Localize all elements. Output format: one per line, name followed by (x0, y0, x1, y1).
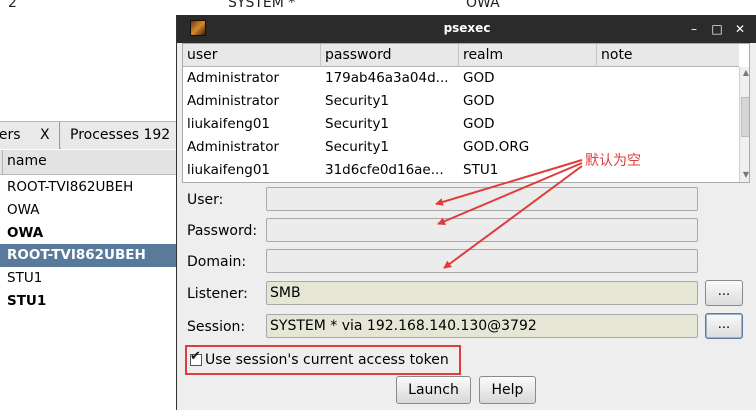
bg-top-cell: 2 (8, 0, 17, 11)
credentials-table: user password realm note Administrator 1… (182, 43, 750, 183)
bg-top-cell: SYSTEM * (228, 0, 296, 11)
psexec-dialog: psexec – □ ✕ user password realm note Ad… (176, 15, 756, 410)
cell-password: 31d6cfe0d16ae... (325, 162, 444, 178)
session-label: Session: (187, 319, 246, 335)
cell-realm: STU1 (463, 162, 499, 178)
cell-password: Security1 (325, 116, 390, 132)
close-icon[interactable]: ✕ (733, 22, 747, 36)
bg-column-header[interactable]: name (0, 150, 178, 175)
scroll-down-icon[interactable]: ▼ (741, 169, 749, 181)
list-item[interactable]: ROOT-TVI862UBEH (0, 176, 178, 199)
user-label: User: (187, 192, 224, 208)
cell-realm: GOD.ORG (463, 139, 530, 155)
maximize-icon[interactable]: □ (710, 22, 724, 36)
session-browse-button[interactable]: ... (705, 313, 743, 339)
column-header-note[interactable]: note (597, 44, 739, 67)
table-header: user password realm note (183, 44, 739, 67)
session-field[interactable]: SYSTEM * via 192.168.140.130@3792 (266, 314, 698, 338)
domain-label: Domain: (187, 254, 247, 270)
scroll-up-icon[interactable]: ▲ (741, 67, 749, 79)
column-separator (0, 150, 3, 175)
cell-password: 179ab46a3a04d... (325, 70, 449, 86)
scroll-thumb[interactable] (741, 97, 749, 137)
checkmark-icon: ✔ (190, 349, 201, 364)
list-item[interactable]: STU1 (0, 267, 178, 290)
cell-password: Security1 (325, 139, 390, 155)
bg-tab-bar: ners X Processes 192 (0, 121, 191, 149)
cell-password: Security1 (325, 93, 390, 109)
column-header-password[interactable]: password (321, 44, 459, 67)
column-header-user[interactable]: user (183, 44, 321, 67)
domain-field[interactable] (266, 249, 698, 273)
tab-label: Processes 192 (70, 127, 171, 143)
cell-user: liukaifeng01 (187, 116, 271, 132)
window-title: psexec (443, 21, 491, 35)
column-header-realm[interactable]: realm (459, 44, 597, 67)
list-item[interactable]: OWA (0, 199, 178, 222)
list-item[interactable]: STU1 (0, 290, 178, 313)
table-row[interactable]: liukaifeng01 31d6cfe0d16ae... STU1 (183, 159, 739, 182)
cell-user: Administrator (187, 93, 280, 109)
cell-realm: GOD (463, 116, 495, 132)
tab-listeners[interactable]: ners X (0, 122, 60, 149)
user-field[interactable] (266, 187, 698, 211)
annotation-text: 默认为空 (585, 153, 641, 169)
cell-note (597, 90, 739, 113)
password-label: Password: (187, 223, 258, 239)
access-token-label[interactable]: Use session's current access token (205, 352, 449, 368)
table-row[interactable]: Administrator Security1 GOD (183, 90, 739, 113)
listener-browse-button[interactable]: ... (705, 280, 743, 306)
cell-note (597, 113, 739, 136)
tab-processes[interactable]: Processes 192 (61, 122, 191, 149)
table-row[interactable]: Administrator 179ab46a3a04d... GOD (183, 67, 739, 90)
table-scrollbar[interactable]: ▲ ▼ (739, 67, 749, 182)
listener-label: Listener: (187, 286, 248, 302)
column-header-name[interactable]: name (7, 153, 47, 169)
tab-label: ners (0, 127, 21, 143)
minimize-icon[interactable]: – (687, 22, 701, 36)
help-button[interactable]: Help (479, 376, 536, 404)
bg-top-cell: OWA (466, 0, 500, 11)
cell-user: Administrator (187, 139, 280, 155)
cell-user: liukaifeng01 (187, 162, 271, 178)
close-icon[interactable]: X (40, 122, 50, 148)
title-bar[interactable]: psexec – □ ✕ (177, 15, 756, 43)
listener-field[interactable]: SMB (266, 281, 698, 305)
cell-realm: GOD (463, 93, 495, 109)
cell-user: Administrator (187, 70, 280, 86)
access-token-checkbox[interactable]: ✔ (190, 350, 202, 366)
table-row[interactable]: Administrator Security1 GOD.ORG (183, 136, 739, 159)
launch-button[interactable]: Launch (396, 376, 471, 404)
list-item[interactable]: OWA (0, 222, 178, 245)
cell-note (597, 67, 739, 90)
table-row[interactable]: liukaifeng01 Security1 GOD (183, 113, 739, 136)
list-item-selected[interactable]: ROOT-TVI862UBEH (0, 244, 178, 267)
access-token-option[interactable]: ✔ Use session's current access token (185, 345, 461, 375)
password-field[interactable] (266, 218, 698, 242)
cell-realm: GOD (463, 70, 495, 86)
